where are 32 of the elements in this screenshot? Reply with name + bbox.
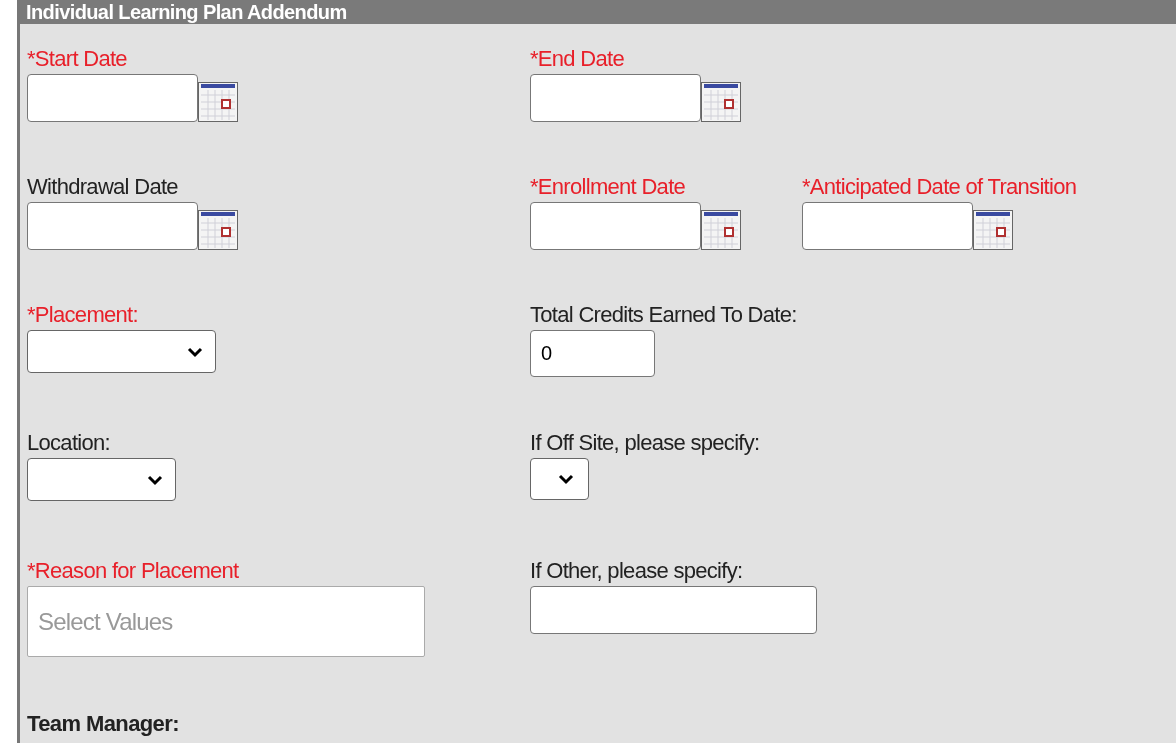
dropdown[interactable] <box>27 330 216 373</box>
chevron-down-icon[interactable] <box>187 345 203 358</box>
dropdown[interactable] <box>27 458 176 501</box>
field-label: *End Date <box>530 46 625 73</box>
dropdown[interactable] <box>530 458 589 500</box>
calendar-icon[interactable] <box>701 210 741 250</box>
field-label: Withdrawal Date <box>27 174 179 201</box>
field-label: Location: <box>27 430 111 457</box>
panel-title: Individual Learning Plan Addendum <box>20 0 1176 24</box>
calendar-icon[interactable] <box>198 210 238 250</box>
multi-select-field[interactable]: Select Values <box>27 586 425 657</box>
chevron-down-icon[interactable] <box>147 473 163 486</box>
field-label: *Reason for Placement <box>27 558 240 585</box>
date-input[interactable] <box>27 202 198 250</box>
field-label: *Start Date <box>27 46 128 73</box>
section-label: Team Manager: <box>26 711 180 737</box>
text-input[interactable]: 0 <box>530 330 655 377</box>
field-label: If Other, please specify: <box>530 558 744 585</box>
calendar-icon[interactable] <box>973 210 1013 250</box>
field-label: *Anticipated Date of Transition <box>802 174 1078 201</box>
text-input[interactable] <box>530 586 817 634</box>
field-label: *Placement: <box>27 302 139 329</box>
date-input[interactable] <box>27 74 198 122</box>
calendar-icon[interactable] <box>198 82 238 122</box>
calendar-icon[interactable] <box>701 82 741 122</box>
field-label: *Enrollment Date <box>530 174 687 201</box>
date-input[interactable] <box>530 74 701 122</box>
field-label: If Off Site, please specify: <box>530 430 761 457</box>
date-input[interactable] <box>802 202 973 250</box>
field-label: Total Credits Earned To Date: <box>530 302 798 329</box>
chevron-down-icon[interactable] <box>558 473 574 485</box>
date-input[interactable] <box>530 202 701 250</box>
